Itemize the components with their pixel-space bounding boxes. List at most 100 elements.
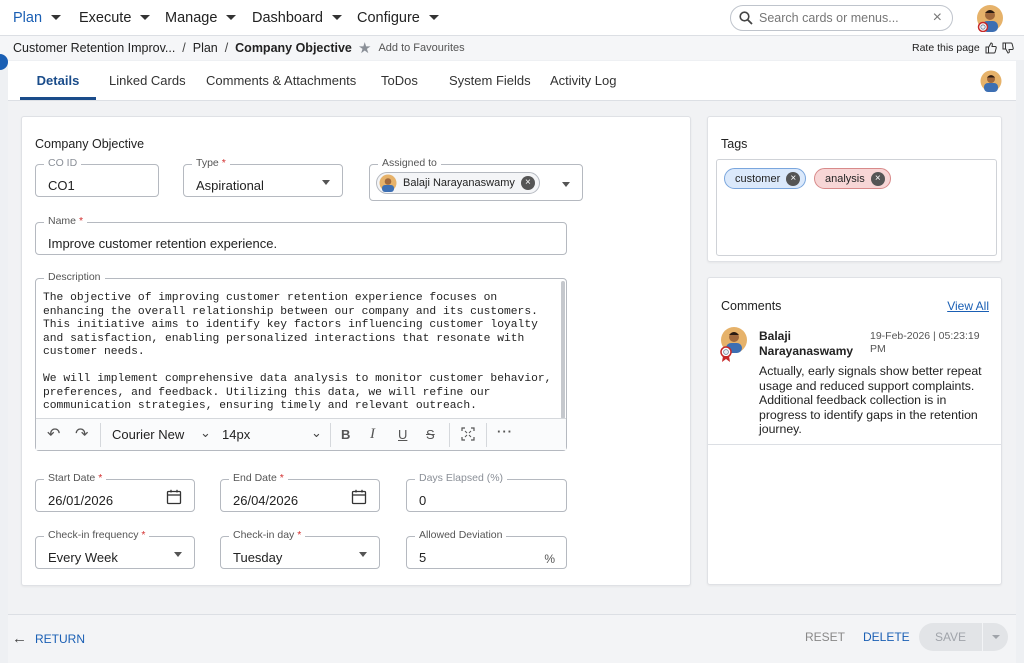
italic-icon[interactable]: I	[370, 426, 375, 443]
remove-tag-icon[interactable]: ×	[870, 171, 885, 186]
type-select[interactable]: Type * Aspirational	[183, 157, 343, 197]
required-marker: *	[78, 215, 84, 227]
co-id-value: CO1	[48, 178, 75, 193]
rate-label: Rate this page	[912, 42, 980, 54]
font-size-select[interactable]: 14px	[222, 427, 250, 442]
start-date-field[interactable]: Start Date * 26/01/2026	[35, 472, 195, 512]
comments-title: Comments	[721, 299, 782, 313]
font-family-select[interactable]: Courier New	[112, 427, 184, 442]
start-date-label-text: Start Date	[48, 472, 96, 484]
chevron-down-icon	[359, 552, 367, 557]
co-id-label: CO ID	[44, 157, 82, 169]
description-label: Description	[44, 271, 105, 283]
allowed-deviation-field[interactable]: Allowed Deviation 5 %	[406, 529, 567, 569]
checkin-frequency-label: Check-in frequency *	[44, 529, 150, 541]
checkin-day-label: Check-in day *	[229, 529, 306, 541]
type-label-text: Type	[196, 157, 219, 169]
end-date-field[interactable]: End Date * 26/04/2026	[220, 472, 380, 512]
required-marker: *	[279, 472, 284, 484]
tab-details[interactable]: Details	[20, 61, 96, 100]
end-date-value: 26/04/2026	[233, 493, 299, 508]
delete-button[interactable]: DELETE	[863, 630, 910, 644]
tab-bar: Details Linked Cards Comments & Attachme…	[8, 61, 1016, 101]
close-icon[interactable]: ×	[933, 9, 942, 27]
avatar	[718, 326, 748, 367]
tags-card: Tags customer × analysis ×	[707, 116, 1002, 262]
nav-dashboard[interactable]: Dashboard	[252, 10, 342, 26]
toolbar-divider	[449, 423, 450, 447]
avatar[interactable]	[980, 70, 1002, 95]
tag-chip-analysis: analysis ×	[814, 168, 891, 189]
assignee-chip: Balaji Narayanaswamy ×	[376, 172, 540, 194]
user-avatar[interactable]	[976, 4, 1004, 35]
nav-manage-label: Manage	[165, 9, 218, 26]
calendar-icon[interactable]	[351, 489, 367, 505]
return-button[interactable]: ← RETURN	[12, 630, 85, 647]
search-input[interactable]	[759, 11, 919, 25]
toolbar-divider	[100, 423, 101, 447]
remove-tag-icon[interactable]: ×	[786, 171, 801, 186]
checkin-frequency-select[interactable]: Check-in frequency * Every Week	[35, 529, 195, 569]
editor-toolbar: ↶ ↷ Courier New ⌄ 14px ⌄ B I U S ···	[36, 418, 566, 450]
divider	[708, 444, 1001, 445]
nav-plan-label: Plan	[13, 9, 43, 26]
description-content[interactable]: The objective of improving customer rete…	[43, 292, 553, 416]
thumbs-up-icon[interactable]	[985, 42, 997, 54]
tags-title: Tags	[721, 137, 748, 151]
avatar	[379, 174, 397, 192]
toolbar-divider	[330, 423, 331, 447]
assigned-to-select[interactable]: Assigned to Balaji Narayanaswamy ×	[369, 157, 583, 201]
description-editor[interactable]: Description The objective of improving c…	[35, 271, 567, 451]
assignee-name: Balaji Narayanaswamy	[403, 177, 515, 189]
bold-icon[interactable]: B	[341, 427, 350, 442]
tab-activity-log[interactable]: Activity Log	[550, 61, 616, 100]
strikethrough-icon[interactable]: S	[426, 427, 435, 442]
arrow-left-icon: ←	[12, 630, 27, 647]
underline-icon[interactable]: U	[398, 427, 407, 442]
nav-manage[interactable]: Manage	[165, 9, 237, 26]
percent-unit: %	[544, 552, 555, 566]
tab-todos[interactable]: ToDos	[381, 61, 418, 100]
breadcrumb-separator: /	[221, 41, 232, 55]
co-id-field[interactable]: CO ID CO1	[35, 157, 159, 197]
tab-linked-cards[interactable]: Linked Cards	[109, 61, 186, 100]
tags-input[interactable]: customer × analysis ×	[716, 159, 997, 256]
chevron-down-icon	[428, 15, 439, 20]
nav-dashboard-label: Dashboard	[252, 9, 323, 26]
chevron-down-icon	[51, 15, 62, 20]
reset-button[interactable]: RESET	[805, 630, 845, 644]
tag-chip-customer: customer ×	[724, 168, 807, 189]
calendar-icon[interactable]	[166, 489, 182, 505]
chevron-down-icon	[226, 15, 237, 20]
tab-comments-attachments[interactable]: Comments & Attachments	[206, 61, 356, 100]
days-elapsed-label: Days Elapsed (%)	[415, 472, 508, 484]
nav-execute[interactable]: Execute	[79, 10, 151, 26]
thumbs-down-icon[interactable]	[1002, 42, 1014, 54]
editor-scrollbar[interactable]	[561, 281, 565, 419]
redo-icon[interactable]: ↷	[75, 424, 88, 444]
breadcrumb-trail: Customer Retention Improv... / Plan / Co…	[13, 41, 352, 55]
top-nav: Plan Execute Manage Dashboard Configure …	[0, 0, 1024, 36]
footer-bar: ← RETURN RESET DELETE SAVE	[8, 614, 1016, 663]
remove-assignee-icon[interactable]: ×	[520, 176, 535, 190]
tag-label: analysis	[825, 172, 865, 185]
chevron-down-icon	[562, 182, 570, 187]
nav-configure[interactable]: Configure	[357, 10, 439, 26]
name-field[interactable]: Name * Improve customer retention experi…	[35, 215, 567, 255]
save-options-button[interactable]	[983, 623, 1008, 651]
checkin-day-label-text: Check-in day	[233, 529, 295, 541]
form-title: Company Objective	[35, 137, 145, 151]
save-button[interactable]: SAVE	[919, 623, 982, 651]
star-icon: ★	[358, 40, 372, 57]
nav-plan[interactable]: Plan	[13, 9, 62, 26]
objective-form-card: Company Objective CO ID CO1 Type * Aspir…	[21, 116, 691, 586]
breadcrumb-section[interactable]: Plan	[193, 41, 218, 55]
view-all-link[interactable]: View All	[947, 299, 989, 313]
breadcrumb-parent[interactable]: Customer Retention Improv...	[13, 41, 175, 55]
tab-system-fields[interactable]: System Fields	[449, 61, 531, 100]
add-to-favourites[interactable]: ★ Add to Favourites	[358, 39, 465, 57]
checkin-day-select[interactable]: Check-in day * Tuesday	[220, 529, 380, 569]
undo-icon[interactable]: ↶	[47, 424, 60, 444]
more-options-icon[interactable]: ···	[497, 424, 513, 439]
fullscreen-icon[interactable]	[461, 427, 475, 441]
